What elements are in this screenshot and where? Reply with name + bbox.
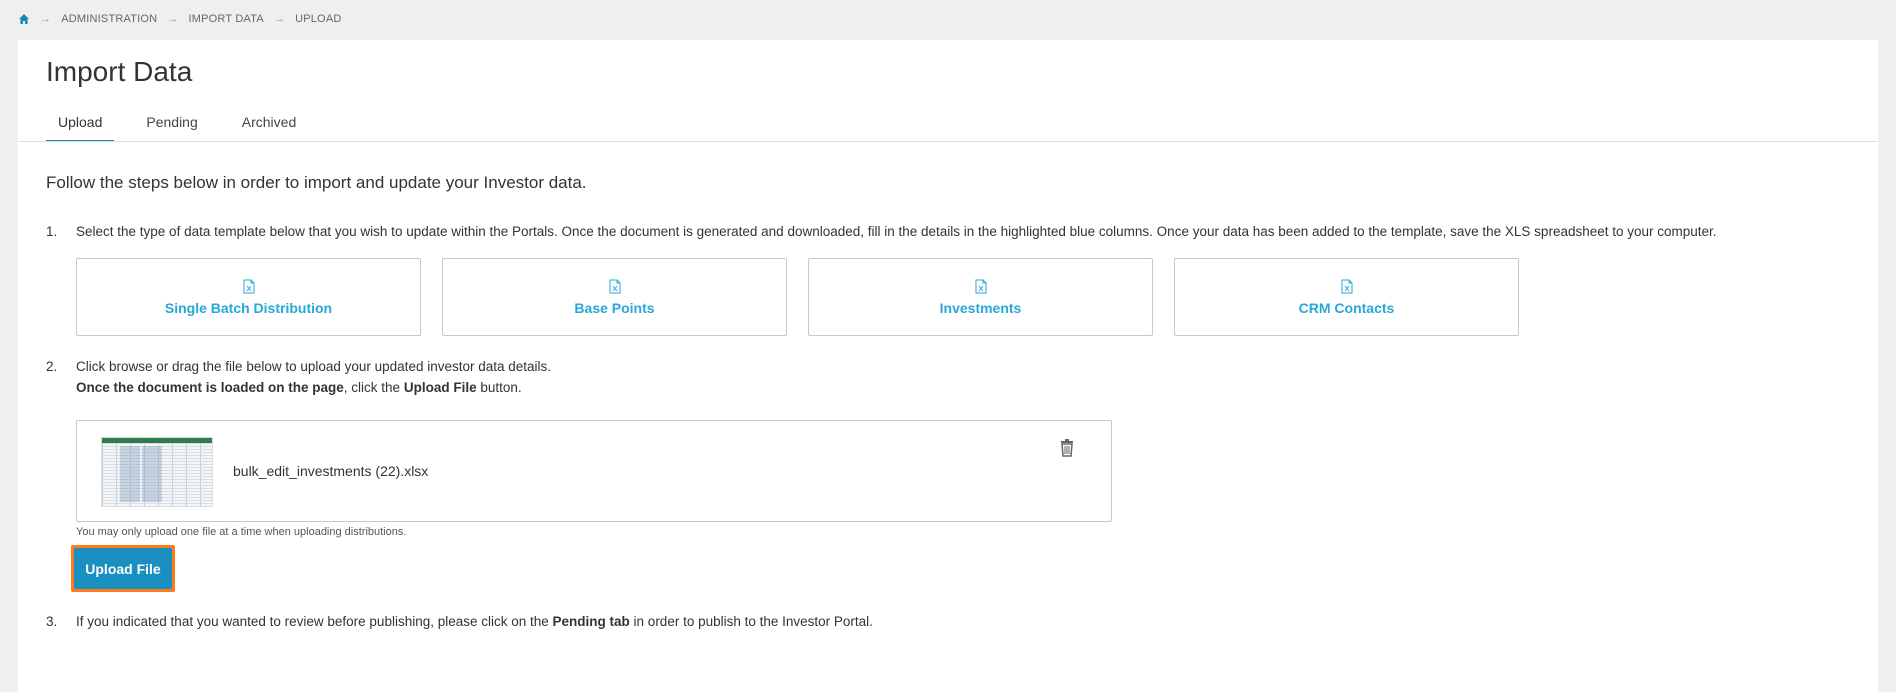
template-label: Investments bbox=[939, 299, 1022, 316]
breadcrumb-item-upload: UPLOAD bbox=[295, 13, 342, 25]
tabs-divider bbox=[18, 141, 1878, 142]
step-3: 3. If you indicated that you wanted to r… bbox=[46, 611, 873, 632]
breadcrumb-arrow-icon: → bbox=[273, 13, 286, 25]
step-2: 2. Click browse or drag the file below t… bbox=[46, 356, 551, 395]
upload-button-highlight: Upload File bbox=[71, 545, 175, 592]
upload-helper-text: You may only upload one file at a time w… bbox=[76, 526, 407, 538]
excel-file-icon bbox=[1341, 279, 1352, 293]
excel-file-icon bbox=[975, 279, 986, 293]
page-title: Import Data bbox=[46, 56, 193, 87]
step-number: 2. bbox=[46, 359, 58, 374]
step-2-line-1: Click browse or drag the file below to u… bbox=[76, 359, 552, 374]
main-card: Import Data Upload Pending Archived Foll… bbox=[18, 40, 1878, 692]
template-label: Single Batch Distribution bbox=[164, 299, 333, 316]
step-number: 3. bbox=[46, 614, 58, 629]
template-list: Single Batch Distribution Base Points In… bbox=[76, 258, 1519, 336]
file-thumbnail bbox=[101, 437, 213, 507]
step-2-bold-text: Once the document is loaded on the page bbox=[76, 380, 344, 395]
template-investments[interactable]: Investments bbox=[808, 258, 1153, 336]
step-2-bold-upload: Upload File bbox=[403, 380, 477, 395]
file-dropzone[interactable]: bulk_edit_investments (22).xlsx bbox=[76, 420, 1112, 522]
step-3-pre: If you indicated that you wanted to revi… bbox=[76, 614, 553, 629]
home-icon[interactable] bbox=[18, 13, 30, 25]
step-2-end-text: button. bbox=[476, 380, 522, 395]
breadcrumb: → ADMINISTRATION → IMPORT DATA → UPLOAD bbox=[18, 13, 342, 25]
template-single-batch-distribution[interactable]: Single Batch Distribution bbox=[76, 258, 421, 336]
tab-upload[interactable]: Upload bbox=[46, 114, 115, 142]
upload-file-button[interactable]: Upload File bbox=[74, 548, 172, 589]
excel-file-icon bbox=[243, 279, 254, 293]
step-2-text: Click browse or drag the file below to u… bbox=[76, 356, 551, 398]
step-3-post: in order to publish to the Investor Port… bbox=[629, 614, 873, 629]
breadcrumb-arrow-icon: → bbox=[40, 13, 52, 25]
step-3-text: If you indicated that you wanted to revi… bbox=[76, 611, 873, 632]
tab-archived[interactable]: Archived bbox=[230, 114, 308, 142]
breadcrumb-arrow-icon: → bbox=[167, 13, 179, 25]
template-label: CRM Contacts bbox=[1298, 299, 1395, 316]
tab-pending[interactable]: Pending bbox=[134, 114, 209, 142]
step-1-text: Select the type of data template below t… bbox=[76, 224, 1717, 239]
breadcrumb-item-administration[interactable]: ADMINISTRATION bbox=[61, 13, 157, 25]
intro-text: Follow the steps below in order to impor… bbox=[46, 173, 587, 192]
template-label: Base Points bbox=[574, 299, 655, 316]
step-2-mid-text: , click the bbox=[343, 380, 404, 395]
excel-file-icon bbox=[609, 279, 620, 293]
trash-icon[interactable] bbox=[1059, 439, 1075, 457]
template-base-points[interactable]: Base Points bbox=[442, 258, 787, 336]
breadcrumb-item-import-data[interactable]: IMPORT DATA bbox=[189, 13, 264, 25]
step-1: 1. Select the type of data template belo… bbox=[46, 221, 1717, 242]
tab-bar: Upload Pending Archived bbox=[46, 114, 328, 142]
step-3-pending-tab: Pending tab bbox=[552, 614, 630, 629]
uploaded-filename: bulk_edit_investments (22).xlsx bbox=[233, 463, 429, 479]
step-number: 1. bbox=[46, 224, 58, 239]
template-crm-contacts[interactable]: CRM Contacts bbox=[1174, 258, 1519, 336]
